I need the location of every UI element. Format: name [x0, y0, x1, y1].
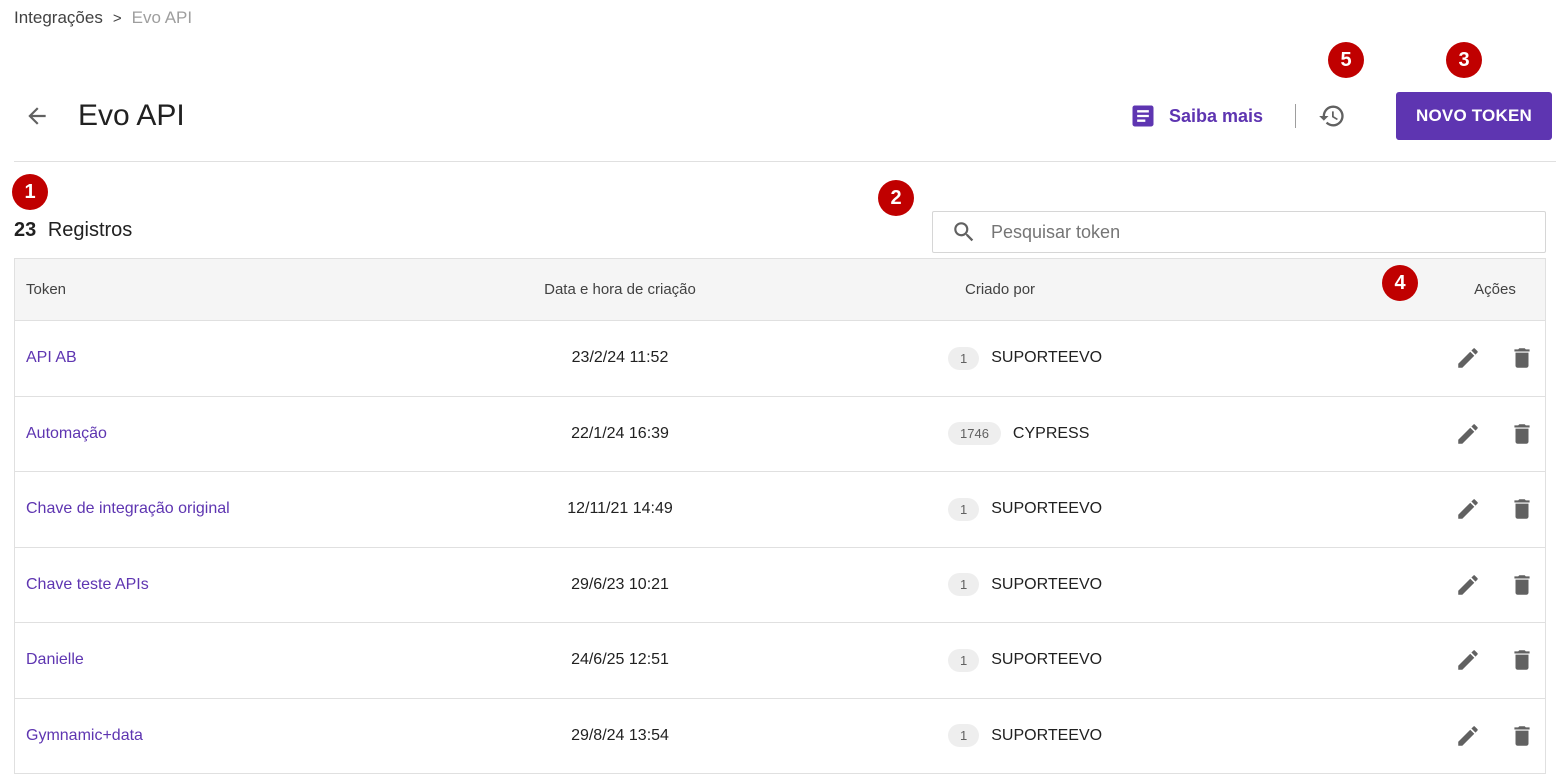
trash-icon	[1514, 348, 1530, 368]
trash-icon	[1514, 424, 1530, 444]
pencil-icon	[1458, 499, 1478, 519]
records-count: 23 Registros	[14, 219, 132, 242]
created-by-name: SUPORTEEVO	[991, 651, 1103, 669]
created-by-name: SUPORTEEVO	[991, 500, 1103, 518]
page-title: Evo API	[78, 99, 185, 132]
column-header-created-by[interactable]: Criado por	[775, 281, 1335, 298]
creation-date: 29/8/24 13:54	[571, 726, 669, 744]
records-number: 23	[14, 219, 37, 241]
callout-badge-2: 2	[878, 180, 914, 216]
edit-button[interactable]	[1454, 344, 1482, 372]
column-header-token[interactable]: Token	[15, 281, 485, 298]
user-id-chip: 1	[948, 724, 980, 748]
user-id-chip: 1	[948, 497, 980, 521]
user-id-chip: 1746	[948, 422, 1001, 446]
breadcrumb-integracoes[interactable]: Integrações	[14, 8, 103, 28]
saiba-mais-label: Saiba mais	[1168, 105, 1263, 126]
pencil-icon	[1458, 423, 1478, 444]
history-icon	[1319, 105, 1344, 127]
creation-date: 24/6/25 12:51	[571, 651, 669, 669]
token-name-link[interactable]: Chave de integração original	[26, 500, 230, 517]
user-id-chip: 1	[948, 648, 980, 672]
callout-badge-5: 5	[1328, 42, 1364, 78]
table-row: Gymnamic+data 29/8/24 13:54 1 SUPORTEEVO	[15, 699, 1545, 774]
breadcrumb: Integrações > Evo API	[14, 8, 192, 28]
header-divider-line	[14, 161, 1556, 162]
delete-button[interactable]	[1508, 646, 1536, 674]
pencil-icon	[1458, 574, 1478, 595]
records-label: Registros	[47, 219, 133, 241]
edit-button[interactable]	[1454, 420, 1482, 448]
header-divider	[1295, 104, 1296, 128]
user-id-chip: 1	[948, 573, 980, 597]
creation-date: 29/6/23 10:21	[571, 575, 669, 593]
table-row: Danielle 24/6/25 12:51 1 SUPORTEEVO	[15, 623, 1545, 699]
token-name-link[interactable]: Automação	[26, 425, 107, 442]
delete-button[interactable]	[1508, 344, 1536, 372]
pencil-icon	[1458, 650, 1478, 670]
delete-button[interactable]	[1508, 420, 1536, 448]
page-header: Evo API Saiba mais NOVO TOKEN	[14, 80, 1552, 152]
edit-button[interactable]	[1454, 495, 1482, 523]
document-icon	[1132, 105, 1154, 127]
edit-button[interactable]	[1454, 571, 1482, 599]
back-button[interactable]	[16, 95, 58, 137]
search-box	[932, 211, 1546, 253]
trash-icon	[1514, 726, 1530, 746]
trash-icon	[1514, 650, 1530, 670]
trash-icon	[1514, 499, 1530, 519]
delete-button[interactable]	[1508, 722, 1536, 750]
trash-icon	[1514, 575, 1530, 595]
table-row: Chave teste APIs 29/6/23 10:21 1 SUPORTE…	[15, 548, 1545, 623]
table-body: API AB 23/2/24 11:52 1 SUPORTEEVO Automa…	[15, 321, 1545, 774]
history-button[interactable]	[1314, 98, 1350, 134]
token-name-link[interactable]: Danielle	[26, 651, 84, 668]
table-header: Token Data e hora de criação Criado por …	[15, 259, 1545, 321]
column-header-date[interactable]: Data e hora de criação	[485, 281, 775, 298]
created-by-name: CYPRESS	[1012, 424, 1090, 442]
callout-badge-4: 4	[1382, 265, 1418, 301]
pencil-icon	[1458, 725, 1478, 746]
search-input[interactable]	[991, 221, 1511, 243]
table-row: Chave de integração original 12/11/21 14…	[15, 472, 1545, 548]
table-row: Automação 22/1/24 16:39 1746 CYPRESS	[15, 397, 1545, 472]
novo-token-button[interactable]: NOVO TOKEN	[1396, 92, 1552, 140]
arrow-left-icon	[28, 107, 46, 125]
column-header-actions: Ações	[1474, 281, 1516, 298]
saiba-mais-link[interactable]: Saiba mais	[1129, 102, 1263, 130]
token-name-link[interactable]: Chave teste APIs	[26, 576, 149, 593]
tokens-table: Token Data e hora de criação Criado por …	[14, 258, 1546, 774]
breadcrumb-separator: >	[112, 9, 122, 27]
delete-button[interactable]	[1508, 495, 1536, 523]
created-by-name: SUPORTEEVO	[991, 349, 1103, 367]
user-id-chip: 1	[948, 346, 980, 370]
delete-button[interactable]	[1508, 571, 1536, 599]
creation-date: 22/1/24 16:39	[571, 424, 669, 442]
edit-button[interactable]	[1454, 646, 1482, 674]
creation-date: 23/2/24 11:52	[571, 349, 669, 367]
created-by-name: SUPORTEEVO	[991, 726, 1103, 744]
callout-badge-3: 3	[1446, 42, 1482, 78]
callout-badge-1: 1	[12, 174, 48, 210]
pencil-icon	[1458, 348, 1478, 368]
created-by-name: SUPORTEEVO	[991, 575, 1103, 593]
table-row: API AB 23/2/24 11:52 1 SUPORTEEVO	[15, 321, 1545, 397]
creation-date: 12/11/21 14:49	[567, 500, 673, 518]
breadcrumb-current: Evo API	[131, 8, 193, 27]
token-name-link[interactable]: API AB	[26, 349, 77, 366]
token-name-link[interactable]: Gymnamic+data	[26, 727, 143, 744]
edit-button[interactable]	[1454, 722, 1482, 750]
search-icon	[954, 222, 974, 242]
